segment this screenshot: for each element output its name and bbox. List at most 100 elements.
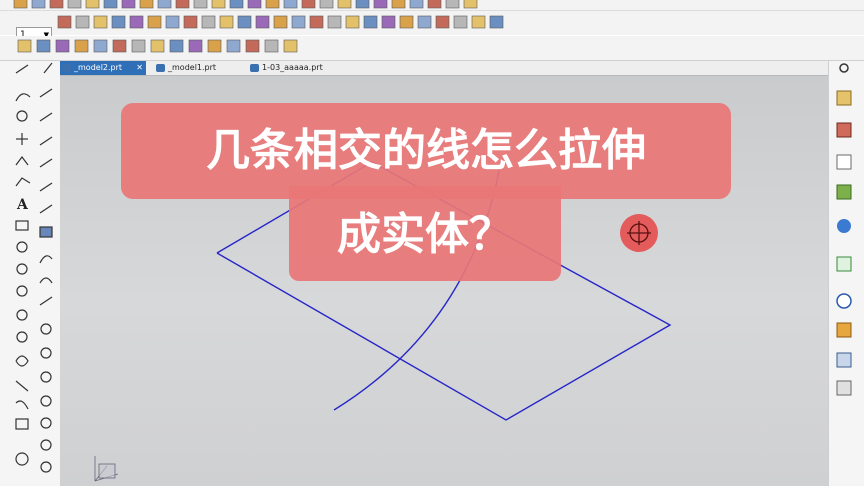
toolbar-button-icon[interactable]: [427, 0, 442, 9]
toolbar-button-icon[interactable]: [409, 0, 424, 9]
toolbar-button-icon[interactable]: [226, 39, 241, 53]
toolbar-button-icon[interactable]: [471, 15, 486, 29]
toolbar-button-icon[interactable]: [193, 0, 208, 9]
graphics-window[interactable]: 几条相交的线怎么拉伸 成实体？: [60, 76, 828, 486]
clock-icon: [836, 293, 852, 309]
toolbar-button-icon[interactable]: [391, 0, 406, 9]
toolbar-button-icon[interactable]: [103, 0, 118, 9]
toolbar-button-icon[interactable]: [463, 0, 478, 9]
toolbar-button-icon[interactable]: [301, 0, 316, 9]
text-tool-icon: A: [16, 197, 29, 213]
toolbar-button-icon[interactable]: [131, 39, 146, 53]
history-icon: [836, 256, 852, 272]
palette-icon: [836, 322, 852, 338]
toolbar-button-icon[interactable]: [31, 0, 46, 9]
toolbar-button-icon[interactable]: [207, 39, 222, 53]
toolbar-button-icon[interactable]: [453, 15, 468, 29]
part-file-icon: [156, 64, 165, 72]
toolbar-button-icon[interactable]: [67, 0, 82, 9]
polyline-tool-icon: [15, 156, 29, 166]
toolbar-button-icon[interactable]: [219, 15, 234, 29]
toolbar-button-icon[interactable]: [399, 15, 414, 29]
toolbar-button-icon[interactable]: [201, 15, 216, 29]
toolbar-button-icon[interactable]: [165, 15, 180, 29]
toolbar-button-icon[interactable]: [121, 0, 136, 9]
toolbar-button-icon[interactable]: [283, 39, 298, 53]
toolbar-button-icon[interactable]: [139, 0, 154, 9]
toolbar-button-icon[interactable]: [245, 39, 260, 53]
sketch-tool-icons: A: [15, 62, 53, 473]
toolbar-button-icon[interactable]: [309, 15, 324, 29]
reuse-library-icon: [836, 184, 852, 200]
toolbar-button-icon[interactable]: [129, 15, 144, 29]
toolbar-button-icon[interactable]: [327, 15, 342, 29]
toolbar-button-icon[interactable]: [345, 15, 360, 29]
close-icon[interactable]: ✕: [136, 61, 143, 75]
toolbar-button-icon[interactable]: [211, 0, 226, 9]
tab-1-03-aaaaa[interactable]: 1-03_aaaaa.prt: [248, 61, 348, 75]
toolbar-button-icon[interactable]: [373, 0, 388, 9]
toolbar-button-icon[interactable]: [36, 39, 51, 53]
toolbar-button-icon[interactable]: [435, 15, 450, 29]
toolbar-button-icon[interactable]: [150, 39, 165, 53]
assembly-navigator-icon: [836, 90, 852, 106]
toolbar-button-icon[interactable]: [381, 15, 396, 29]
part-file-icon: [62, 64, 71, 72]
right-resource-bar: [828, 61, 864, 486]
toolbar-button-icon[interactable]: [247, 0, 262, 9]
tab-model1[interactable]: _model1.prt: [154, 61, 244, 75]
toolbar-button-icon[interactable]: [13, 0, 28, 9]
rectangle-tool-icon: [15, 220, 29, 231]
toolbar-button-icon[interactable]: [363, 15, 378, 29]
toolbar-button-icon[interactable]: [112, 39, 127, 53]
file-tab-bar: _model2.prt ✕ _model1.prt 1-03_aaaaa.prt: [60, 61, 828, 76]
toolbar-button-icon[interactable]: [445, 0, 460, 9]
line-tool-icon: [15, 64, 29, 74]
crosshair-target-icon: [620, 214, 658, 252]
toolbar-button-icon[interactable]: [417, 15, 432, 29]
toolbar-button-icon[interactable]: [283, 0, 298, 9]
toolbar-button-icon[interactable]: [188, 39, 203, 53]
toolbar-button-icon[interactable]: [93, 15, 108, 29]
toolbar-button-icon[interactable]: [157, 0, 172, 9]
toolbar-button-icon[interactable]: [85, 0, 100, 9]
info-icon: [837, 219, 851, 233]
constraint-navigator-icon: [836, 122, 852, 138]
part-file-icon: [250, 64, 259, 72]
wcs-triad-icon: [94, 456, 119, 482]
toolbar-button-icon[interactable]: [175, 0, 190, 9]
toolbar-icons: [13, 0, 504, 53]
studio-spline-icon: [15, 177, 31, 187]
toolbar-button-icon[interactable]: [147, 15, 162, 29]
toolbar-button-icon[interactable]: [93, 39, 108, 53]
toolbar-button-icon[interactable]: [255, 15, 270, 29]
toolbar-button-icon[interactable]: [273, 15, 288, 29]
toolbar-button-icon[interactable]: [237, 15, 252, 29]
toolbar-button-icon[interactable]: [169, 39, 184, 53]
toolbar-button-icon[interactable]: [74, 39, 89, 53]
toolbar-button-icon[interactable]: [49, 0, 64, 9]
tab-label: _model1.prt: [168, 63, 217, 72]
gear-icon: [839, 63, 849, 73]
toolbar-button-icon[interactable]: [57, 15, 72, 29]
toolbar-button-icon[interactable]: [75, 15, 90, 29]
tab-model2[interactable]: _model2.prt ✕: [60, 61, 146, 75]
toolbar-button-icon[interactable]: [319, 0, 334, 9]
toolbar-button-icon[interactable]: [229, 0, 244, 9]
toolbar-button-icon[interactable]: [17, 39, 32, 53]
toolbar-button-icon[interactable]: [489, 15, 504, 29]
left-sketch-toolbar: A: [0, 61, 61, 486]
toolbar-button-icon[interactable]: [264, 39, 279, 53]
toolbar-button-icon[interactable]: [355, 0, 370, 9]
circle-tool-icon: [16, 110, 28, 122]
toolbar-button-icon[interactable]: [183, 15, 198, 29]
roles-icon: [836, 352, 852, 368]
tab-label: _model2.prt: [74, 63, 123, 72]
toolbar-button-icon[interactable]: [111, 15, 126, 29]
toolbar-button-icon[interactable]: [337, 0, 352, 9]
toolbar-button-icon[interactable]: [265, 0, 280, 9]
resource-bar-icons: [836, 63, 852, 396]
toolbar-button-icon[interactable]: [55, 39, 70, 53]
toolbar-button-icon[interactable]: [291, 15, 306, 29]
tab-label: 1-03_aaaaa.prt: [262, 63, 323, 72]
